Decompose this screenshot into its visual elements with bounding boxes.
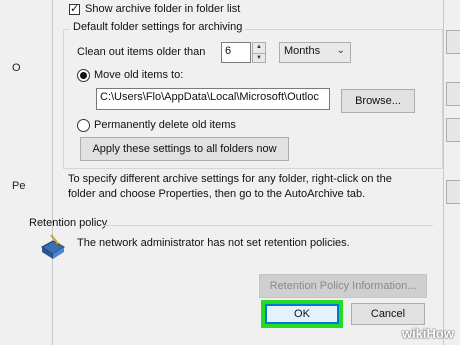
permanently-delete-radio[interactable]: [77, 119, 90, 132]
browse-button[interactable]: Browse...: [341, 89, 415, 113]
radio-selected-dot: [80, 72, 87, 79]
spin-down-icon[interactable]: ▼: [253, 52, 265, 63]
per-folder-settings-hint: To specify different archive settings fo…: [68, 173, 392, 200]
watermark-wiki: wiki: [401, 326, 427, 341]
chevron-down-icon: ⌄: [336, 45, 345, 56]
autoarchive-dialog: ✓ Show archive folder in folder list Def…: [29, 0, 444, 345]
background-button-stub[interactable]: [446, 180, 460, 204]
retention-policy-icon: [39, 233, 67, 261]
background-button-stub[interactable]: [446, 30, 460, 54]
wikihow-watermark: wikiHow: [402, 326, 454, 341]
move-old-items-radio[interactable]: [77, 69, 90, 82]
retention-separator: [103, 225, 433, 226]
background-button-stub[interactable]: [446, 82, 460, 106]
checkmark-icon: ✓: [70, 3, 80, 15]
age-unit-value: Months: [284, 45, 321, 57]
cancel-button[interactable]: Cancel: [351, 303, 425, 325]
clean-out-age-stepper[interactable]: ▲ ▼: [252, 42, 266, 63]
retention-policy-message: The network administrator has not set re…: [77, 237, 350, 249]
background-button-stub[interactable]: [446, 118, 460, 142]
permanently-delete-label: Permanently delete old items: [94, 119, 236, 131]
watermark-how: How: [426, 326, 454, 341]
ok-button[interactable]: OK: [265, 304, 339, 324]
move-old-items-label: Move old items to:: [94, 69, 184, 81]
spin-up-icon[interactable]: ▲: [253, 43, 265, 53]
archive-path-input[interactable]: C:\Users\Flo\AppData\Local\Microsoft\Out…: [96, 88, 330, 110]
show-archive-folder-label: Show archive folder in folder list: [85, 3, 241, 15]
clean-out-label: Clean out items older than: [77, 46, 206, 58]
retention-policy-label: Retention policy: [29, 217, 108, 229]
background-label-fragment: O: [12, 62, 21, 74]
clean-out-age-input[interactable]: 6: [221, 42, 251, 63]
group-label: Default folder settings for archiving: [70, 21, 246, 33]
background-label-fragment: Pe: [12, 180, 26, 192]
show-archive-folder-checkbox[interactable]: ✓: [69, 3, 80, 15]
retention-policy-info-button[interactable]: Retention Policy Information...: [259, 274, 427, 298]
apply-to-all-folders-button[interactable]: Apply these settings to all folders now: [80, 137, 289, 161]
age-unit-dropdown[interactable]: Months ⌄: [279, 42, 351, 63]
